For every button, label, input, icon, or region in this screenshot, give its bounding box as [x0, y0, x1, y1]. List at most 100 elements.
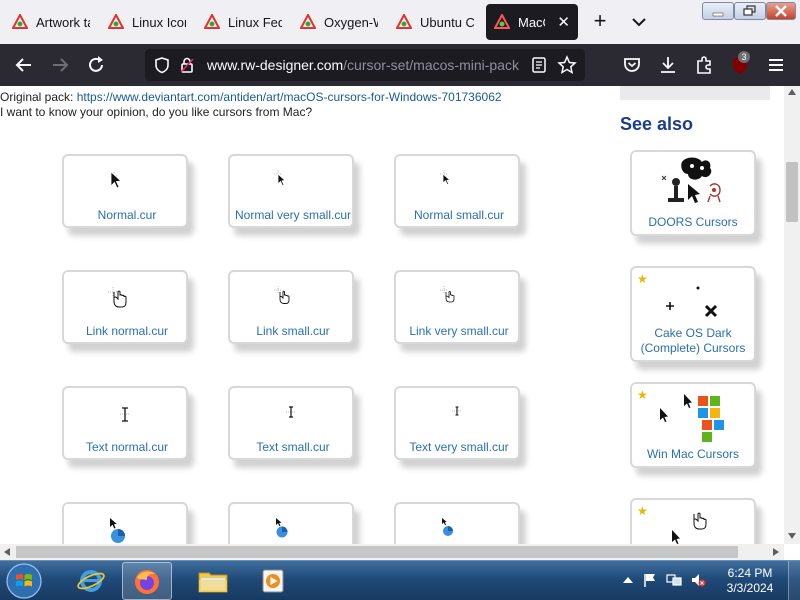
see-also-title: See also — [620, 114, 694, 134]
see-also-more-item[interactable]: ★ — [630, 498, 756, 544]
rw-designer-icon — [396, 14, 412, 29]
cursor-name: Normal very small.cur — [234, 208, 351, 222]
new-tab-button[interactable]: + — [588, 10, 612, 34]
vertical-scrollbar[interactable] — [784, 86, 800, 544]
firefox-icon — [135, 570, 159, 594]
taskbar-firefox[interactable] — [122, 562, 172, 600]
tab-ubuntu[interactable]: Ubuntu C — [388, 4, 482, 40]
page-content: Original pack: https://www.deviantart.co… — [0, 86, 784, 544]
download-icon[interactable] — [656, 53, 680, 77]
reload-icon[interactable] — [84, 53, 108, 77]
pocket-icon[interactable] — [620, 53, 644, 77]
back-arrow-icon[interactable] — [12, 53, 36, 77]
close-window-button[interactable] — [766, 2, 796, 20]
scroll-left-icon[interactable] — [3, 547, 11, 557]
taskbar-internet-explorer[interactable] — [66, 562, 116, 600]
network-icon[interactable] — [666, 572, 682, 588]
show-hidden-icons-icon[interactable] — [620, 572, 636, 588]
taskbar-clock[interactable]: 6:24 PM 3/3/2024 — [720, 566, 780, 596]
reader-view-icon[interactable] — [531, 56, 547, 74]
tab-artwork[interactable]: Artwork ta — [4, 4, 98, 40]
tab-strip: Artwork ta Linux Icon Linux Fed Oxygen-W… — [0, 0, 800, 44]
scroll-down-icon[interactable] — [787, 532, 797, 540]
scroll-right-icon[interactable] — [772, 547, 780, 557]
cursor-card-link-normal[interactable]: Link normal.cur — [62, 270, 188, 344]
tab-label: MacOS — [518, 14, 545, 30]
cursor-name: Normal small.cur — [413, 208, 504, 222]
intro-text: Original pack: https://www.deviantart.co… — [0, 90, 502, 120]
minimize-button[interactable] — [702, 2, 734, 20]
url-text[interactable]: www.rw-designer.com/cursor-set/macos-min… — [207, 57, 519, 73]
show-desktop-button[interactable] — [788, 561, 800, 600]
hamburger-menu-icon[interactable] — [764, 53, 788, 77]
horizontal-scroll-thumb[interactable] — [16, 546, 738, 558]
lock-icon[interactable] — [179, 56, 195, 74]
taskbar-explorer[interactable] — [188, 562, 238, 600]
extensions-puzzle-icon[interactable] — [692, 53, 716, 77]
cursor-card-busy-very-small[interactable] — [394, 502, 520, 544]
tab-label: Oxygen-W — [324, 14, 378, 30]
see-also-win-mac-cursors[interactable]: ★ Win Mac Cursors — [630, 382, 756, 468]
minimize-icon — [712, 12, 724, 17]
tab-macos[interactable]: MacOS ✕ — [486, 4, 578, 40]
cursor-card-normal[interactable]: Normal.cur — [62, 154, 188, 228]
busy-cursor-icon — [110, 518, 125, 543]
extension-badge: 3 — [738, 51, 750, 63]
star-icon: ★ — [637, 272, 648, 286]
close-tab-icon[interactable]: ✕ — [557, 13, 570, 31]
address-bar[interactable]: www.rw-designer.com/cursor-set/macos-min… — [145, 49, 585, 81]
see-also-name: DOORS Cursors — [648, 215, 738, 229]
pack-link[interactable]: https://www.deviantart.com/antiden/art/m… — [77, 90, 502, 104]
vertical-scroll-thumb[interactable] — [786, 162, 798, 222]
star-icon: ★ — [637, 388, 648, 402]
navigation-toolbar: www.rw-designer.com/cursor-set/macos-min… — [0, 44, 800, 86]
forward-arrow-icon[interactable] — [48, 53, 72, 77]
rw-designer-icon — [494, 14, 510, 29]
see-also-doors-cursors[interactable]: DOORS Cursors — [630, 150, 756, 236]
restore-button[interactable] — [734, 2, 766, 20]
rw-designer-icon — [204, 14, 220, 29]
chevron-down-icon[interactable] — [628, 12, 650, 32]
tab-label: Artwork ta — [36, 14, 90, 30]
busy-cursor-icon — [442, 518, 453, 536]
arrow-cursor-icon — [440, 170, 451, 185]
hand-cursor-icon — [274, 286, 290, 304]
scroll-up-icon[interactable] — [787, 88, 797, 96]
cursor-card-normal-very-small[interactable]: Normal very small.cur — [228, 154, 354, 228]
clock-date: 3/3/2024 — [726, 581, 774, 595]
cursor-card-link-small[interactable]: Link small.cur — [228, 270, 354, 344]
doors-cursors-preview-icon — [661, 157, 721, 203]
cursor-card-text-very-small[interactable]: Text very small.cur — [394, 386, 520, 460]
windows-start-icon[interactable] — [4, 562, 44, 600]
rw-designer-icon — [300, 14, 316, 29]
cursor-name: Text normal.cur — [85, 440, 169, 454]
folder-icon — [198, 572, 228, 593]
cake-os-preview-icon — [666, 286, 718, 318]
question-text: I want to know your opinion, do you like… — [0, 105, 313, 119]
hand-cursor-icon — [440, 286, 455, 303]
close-icon — [775, 5, 787, 17]
shield-icon[interactable] — [153, 56, 171, 74]
cursor-name: Link small.cur — [256, 324, 330, 338]
sidebar-top-banner — [620, 86, 770, 100]
volume-muted-icon[interactable] — [690, 572, 706, 588]
see-also-cake-os-dark[interactable]: ★ Cake OS Dark (Complete) Cursors — [630, 266, 756, 362]
tab-linux-fed[interactable]: Linux Fed — [196, 4, 290, 40]
arrow-cursor-icon — [110, 171, 122, 189]
cursor-card-link-very-small[interactable]: Link very small.cur — [394, 270, 520, 344]
cursor-card-normal-small[interactable]: Normal small.cur — [394, 154, 520, 228]
tab-linux-icon[interactable]: Linux Icon — [100, 4, 194, 40]
cursor-card-busy-small[interactable] — [228, 502, 354, 544]
taskbar-media-player[interactable] — [248, 562, 298, 600]
clock-time: 6:24 PM — [727, 566, 773, 580]
arrow-cursor-icon — [274, 170, 286, 186]
bookmark-star-icon[interactable] — [557, 55, 577, 75]
horizontal-scrollbar[interactable] — [0, 544, 784, 560]
cursor-card-text-normal[interactable]: Text normal.cur — [62, 386, 188, 460]
tab-oxygen[interactable]: Oxygen-W — [292, 4, 386, 40]
cursor-card-busy-normal[interactable] — [62, 502, 188, 544]
tab-label: Linux Icon — [132, 14, 186, 30]
cursor-card-text-small[interactable]: Text small.cur — [228, 386, 354, 460]
action-center-flag-icon[interactable] — [642, 572, 658, 588]
cursor-name: Normal.cur — [97, 208, 157, 222]
